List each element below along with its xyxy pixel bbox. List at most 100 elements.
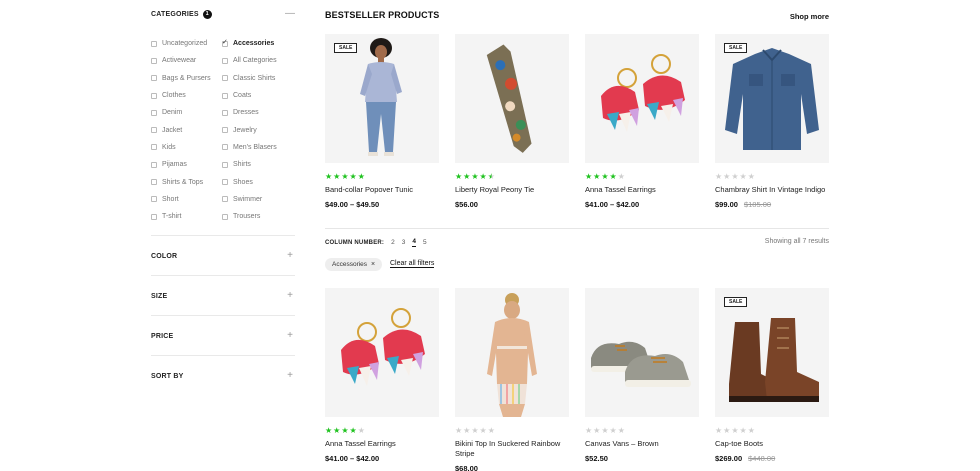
- checkbox-icon[interactable]: [222, 109, 228, 116]
- category-label: Coats: [233, 92, 252, 100]
- category-filter-item[interactable]: Classic Shirts: [222, 70, 277, 87]
- category-filter-item[interactable]: Pijamas: [151, 156, 211, 173]
- column-option-3[interactable]: 3: [402, 239, 406, 247]
- active-filter-chip[interactable]: Accessories ×: [325, 258, 383, 271]
- star-icon: ★: [471, 426, 479, 435]
- product-card[interactable]: SALE ★ ★ ★ ★ ★ Cap-toe Boots $269.00 $448.00: [715, 288, 829, 463]
- categories-header[interactable]: CATEGORIES 1 —: [151, 7, 295, 21]
- star-icon: ★: [471, 172, 479, 181]
- checkbox-icon[interactable]: [222, 213, 228, 220]
- category-filter-item[interactable]: Shirts & Tops: [151, 173, 211, 190]
- checkbox-icon[interactable]: [222, 144, 228, 151]
- checkbox-icon[interactable]: [222, 127, 228, 134]
- category-filter-item[interactable]: Clothes: [151, 87, 211, 104]
- shop-more-link[interactable]: Shop more: [790, 12, 829, 21]
- product-price: $41.00 – $42.00: [585, 200, 640, 209]
- expand-icon[interactable]: +: [285, 371, 295, 381]
- checkbox-icon[interactable]: [151, 40, 157, 47]
- filter-size[interactable]: SIZE +: [151, 289, 295, 303]
- product-name[interactable]: Bikini Top In Suckered Rainbow Stripe: [455, 439, 569, 459]
- checkbox-icon[interactable]: [151, 213, 157, 220]
- categories-title-wrap: CATEGORIES 1: [151, 9, 212, 19]
- product-card[interactable]: SALE ★ ★ ★ ★ ★ Band-collar Popover Tunic $49.00…: [325, 34, 439, 209]
- category-filter-item[interactable]: Coats: [222, 87, 277, 104]
- checkbox-icon[interactable]: [151, 75, 157, 82]
- product-card[interactable]: ★ ★ ★ ★ ★ Anna Tassel Earrings $41.00 – $42.00: [585, 34, 699, 209]
- expand-icon[interactable]: +: [285, 251, 295, 261]
- product-name[interactable]: Liberty Royal Peony Tie: [455, 185, 569, 195]
- product-card[interactable]: SALE ★ ★ ★ ★ ★ Chambray Shirt In Vintage Indig…: [715, 34, 829, 209]
- collapse-icon[interactable]: —: [285, 9, 295, 19]
- product-name[interactable]: Canvas Vans – Brown: [585, 439, 699, 449]
- filter-sort-by[interactable]: SORT BY +: [151, 369, 295, 383]
- category-filter-item[interactable]: Uncategorized: [151, 35, 211, 52]
- product-image[interactable]: SALE: [325, 34, 439, 163]
- category-filter-item[interactable]: Jacket: [151, 121, 211, 138]
- checkbox-icon[interactable]: [222, 179, 228, 186]
- product-name[interactable]: Cap-toe Boots: [715, 439, 829, 449]
- results-count: Showing all 7 results: [764, 238, 829, 245]
- category-filter-item[interactable]: T-shirt: [151, 208, 211, 225]
- column-option-5[interactable]: 5: [423, 239, 427, 247]
- category-filter-item[interactable]: Jewelry: [222, 121, 277, 138]
- product-name[interactable]: Anna Tassel Earrings: [585, 185, 699, 195]
- close-icon[interactable]: ×: [371, 261, 375, 268]
- product-card[interactable]: ★ ★ ★ ★ ★ Liberty Royal Peony Tie $56.00: [455, 34, 569, 209]
- product-image[interactable]: [325, 288, 439, 417]
- filter-price[interactable]: PRICE +: [151, 329, 295, 343]
- category-filter-item[interactable]: Activewear: [151, 52, 211, 69]
- column-option-4[interactable]: 4: [412, 238, 417, 247]
- product-name[interactable]: Anna Tassel Earrings: [325, 439, 439, 449]
- category-label: T-shirt: [162, 213, 182, 221]
- checkbox-icon[interactable]: [151, 161, 157, 168]
- category-filter-item[interactable]: All Categories: [222, 52, 277, 69]
- checkbox-icon[interactable]: [222, 161, 228, 168]
- category-filter-item[interactable]: Swimmer: [222, 191, 277, 208]
- category-filter-item[interactable]: Men's Blasers: [222, 139, 277, 156]
- category-filter-item[interactable]: Short: [151, 191, 211, 208]
- product-price: $56.00: [455, 200, 478, 209]
- product-card[interactable]: ★ ★ ★ ★ ★ Anna Tassel Earrings $41.00 – $42.00: [325, 288, 439, 463]
- star-icon: ★: [325, 172, 333, 181]
- product-image[interactable]: [455, 288, 569, 417]
- checkbox-icon[interactable]: [151, 109, 157, 116]
- product-image[interactable]: [585, 34, 699, 163]
- checkbox-icon[interactable]: [222, 92, 228, 99]
- filter-color[interactable]: COLOR +: [151, 249, 295, 263]
- category-filter-item[interactable]: Trousers: [222, 208, 277, 225]
- expand-icon[interactable]: +: [285, 331, 295, 341]
- divider: [151, 315, 295, 316]
- product-name[interactable]: Band-collar Popover Tunic: [325, 185, 439, 195]
- category-filter-item[interactable]: Kids: [151, 139, 211, 156]
- category-filter-item[interactable]: Bags & Pursers: [151, 70, 211, 87]
- checkbox-icon[interactable]: [151, 179, 157, 186]
- star-icon: ★: [585, 426, 593, 435]
- checkbox-icon[interactable]: [222, 38, 228, 47]
- category-filter-item[interactable]: Shirts: [222, 156, 277, 173]
- expand-icon[interactable]: +: [285, 291, 295, 301]
- category-filter-item[interactable]: Dresses: [222, 104, 277, 121]
- category-label: Bags & Pursers: [162, 74, 211, 82]
- product-name[interactable]: Chambray Shirt In Vintage Indigo: [715, 185, 829, 195]
- clear-all-filters-link[interactable]: Clear all filters: [390, 260, 435, 268]
- checkbox-icon[interactable]: [151, 144, 157, 151]
- checkbox-icon[interactable]: [151, 57, 157, 64]
- product-image[interactable]: [455, 34, 569, 163]
- checkbox-icon[interactable]: [151, 92, 157, 99]
- product-image[interactable]: SALE: [715, 34, 829, 163]
- star-icon: ★: [349, 426, 357, 435]
- product-image[interactable]: [585, 288, 699, 417]
- category-filter-item[interactable]: Shoes: [222, 173, 277, 190]
- product-card[interactable]: ★ ★ ★ ★ ★ Bikini Top In Suckered Rainbow Stri…: [455, 288, 569, 471]
- checkbox-icon[interactable]: [222, 75, 228, 82]
- star-icon: ★: [593, 426, 601, 435]
- category-filter-item[interactable]: Denim: [151, 104, 211, 121]
- product-card[interactable]: ★ ★ ★ ★ ★ Canvas Vans – Brown $52.50: [585, 288, 699, 463]
- column-option-2[interactable]: 2: [391, 239, 395, 247]
- product-image[interactable]: SALE: [715, 288, 829, 417]
- category-filter-item[interactable]: Accessories: [222, 35, 277, 52]
- checkbox-icon[interactable]: [222, 196, 228, 203]
- checkbox-icon[interactable]: [151, 196, 157, 203]
- checkbox-icon[interactable]: [151, 127, 157, 134]
- checkbox-icon[interactable]: [222, 57, 228, 64]
